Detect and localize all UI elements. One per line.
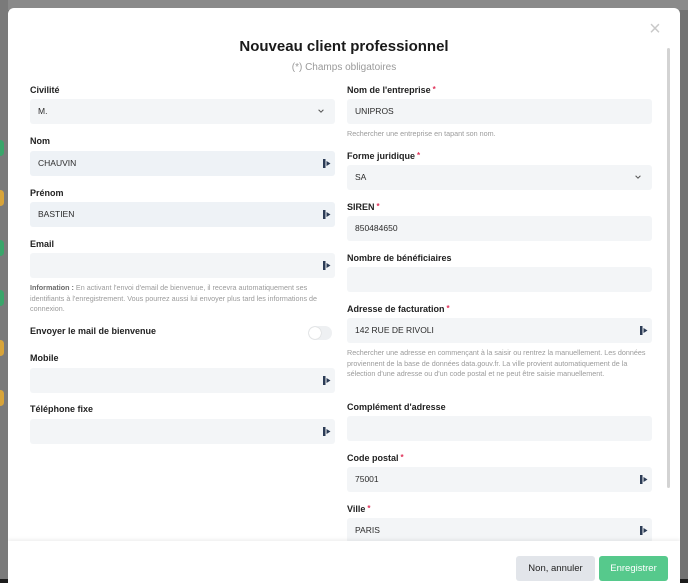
- entreprise-value: UNIPROS: [355, 106, 394, 116]
- siren-label-text: SIREN: [347, 202, 375, 212]
- mobile-input[interactable]: [30, 368, 335, 393]
- required-marker: *: [446, 304, 450, 313]
- welcome-email-label: Envoyer le mail de bienvenue: [30, 326, 157, 336]
- adresse-facturation-label: Adresse de facturation *: [347, 304, 450, 314]
- contact-card-icon[interactable]: [323, 376, 331, 385]
- background-status-dot: [0, 140, 4, 156]
- contact-card-icon[interactable]: [323, 261, 331, 270]
- beneficiaires-label: Nombre de bénéficiaires: [347, 253, 452, 263]
- complement-adresse-label: Complément d'adresse: [347, 402, 446, 412]
- ville-input[interactable]: PARIS: [347, 518, 652, 543]
- email-input[interactable]: [30, 253, 335, 278]
- save-button[interactable]: Enregistrer: [599, 556, 668, 581]
- email-info-hint-bold: Information :: [30, 283, 74, 292]
- nom-input[interactable]: CHAUVIN: [30, 151, 335, 176]
- background-status-dot: [0, 290, 4, 306]
- required-marker: *: [400, 453, 404, 462]
- chevron-down-icon: [318, 109, 324, 113]
- required-marker: *: [367, 504, 371, 513]
- telephone-fixe-input[interactable]: [30, 419, 335, 444]
- entreprise-hint: Rechercher une entreprise en tapant son …: [347, 129, 496, 138]
- beneficiaires-input[interactable]: [347, 267, 652, 292]
- civilite-value: M.: [38, 106, 48, 116]
- prenom-label: Prénom: [30, 188, 64, 198]
- new-client-modal: × Nouveau client professionnel (*) Champ…: [8, 8, 680, 583]
- background-status-dot: [0, 190, 4, 206]
- mobile-label: Mobile: [30, 353, 59, 363]
- code-postal-input[interactable]: 75001: [347, 467, 652, 492]
- ville-label: Ville *: [347, 504, 370, 514]
- chevron-down-icon: [635, 175, 641, 179]
- contact-card-icon[interactable]: [640, 475, 648, 484]
- siren-value: 850484650: [355, 223, 398, 233]
- adresse-facturation-input[interactable]: 142 RUE DE RIVOLI: [347, 318, 652, 343]
- email-info-hint: Information : En activant l'envoi d'emai…: [30, 283, 330, 315]
- forme-juridique-value: SA: [355, 172, 367, 182]
- civilite-label: Civilité: [30, 85, 60, 95]
- forme-juridique-label: Forme juridique *: [347, 151, 420, 161]
- entreprise-label-text: Nom de l'entreprise: [347, 85, 431, 95]
- required-marker: *: [417, 151, 421, 160]
- siren-input[interactable]: 850484650: [347, 216, 652, 241]
- required-marker: *: [432, 85, 436, 94]
- background-status-dot: [0, 240, 4, 256]
- email-label: Email: [30, 239, 55, 249]
- email-info-hint-text: En activant l'envoi d'email de bienvenue…: [30, 283, 318, 314]
- prenom-input[interactable]: BASTIEN: [30, 202, 335, 227]
- ville-label-text: Ville: [347, 504, 366, 514]
- background-status-dot: [0, 340, 4, 356]
- code-postal-label: Code postal *: [347, 453, 404, 463]
- contact-card-icon[interactable]: [323, 210, 331, 219]
- forme-juridique-select[interactable]: SA: [347, 165, 652, 190]
- code-postal-label-text: Code postal: [347, 453, 399, 463]
- contact-card-icon[interactable]: [323, 427, 331, 436]
- prenom-value: BASTIEN: [38, 209, 75, 219]
- civilite-select[interactable]: M.: [30, 99, 335, 124]
- contact-card-icon[interactable]: [640, 526, 648, 535]
- adresse-facturation-label-text: Adresse de facturation: [347, 304, 445, 314]
- forme-juridique-label-text: Forme juridique: [347, 151, 416, 161]
- close-icon[interactable]: ×: [649, 18, 661, 40]
- nom-value: CHAUVIN: [38, 158, 77, 168]
- modal-scrollbar[interactable]: [667, 48, 670, 488]
- adresse-facturation-value: 142 RUE DE RIVOLI: [355, 325, 434, 335]
- siren-label: SIREN *: [347, 202, 380, 212]
- contact-card-icon[interactable]: [640, 326, 648, 335]
- entreprise-input[interactable]: UNIPROS: [347, 99, 652, 124]
- welcome-email-toggle[interactable]: [308, 326, 332, 340]
- telephone-fixe-label: Téléphone fixe: [30, 404, 94, 414]
- required-marker: *: [376, 202, 380, 211]
- code-postal-value: 75001: [355, 474, 379, 484]
- adresse-hint: Rechercher une adresse en commençant à l…: [347, 348, 646, 379]
- nom-label: Nom: [30, 136, 50, 146]
- close-button[interactable]: ×: [646, 18, 664, 40]
- modal-footer: Non, annuler Enregistrer: [8, 541, 680, 583]
- modal-title: Nouveau client professionnel: [239, 38, 449, 55]
- complement-adresse-input[interactable]: [347, 416, 652, 441]
- toggle-knob: [309, 327, 321, 339]
- contact-card-icon[interactable]: [323, 159, 331, 168]
- ville-value: PARIS: [355, 525, 380, 535]
- cancel-button[interactable]: Non, annuler: [516, 556, 595, 581]
- entreprise-label: Nom de l'entreprise *: [347, 85, 436, 95]
- modal-subtitle: (*) Champs obligatoires: [291, 62, 397, 73]
- background-status-dot: [0, 390, 4, 406]
